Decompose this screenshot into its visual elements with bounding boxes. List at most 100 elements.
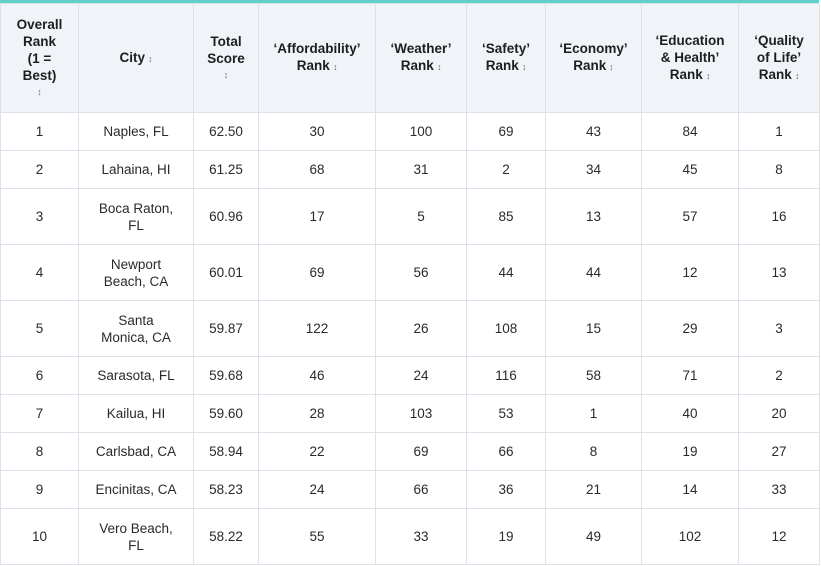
score-cell: 60.96 [193,188,259,245]
weather-cell: 66 [375,470,467,509]
affordability-cell: 69 [258,244,376,301]
sort-icon[interactable]: ↕ [10,84,69,101]
affordability-cell: 55 [258,508,376,565]
header-label-line: ‘Economy’ [559,41,628,56]
city-name-line: Kailua, HI [106,406,166,421]
quality-of-life-cell: 3 [738,300,820,357]
header-label-text: Rank [573,58,607,73]
education-health-cell: 102 [641,508,739,565]
header-label-line: ‘Affordability’ [273,41,361,56]
city-cell: Naples, FL [78,112,194,151]
rank-cell: 7 [0,394,79,433]
affordability-cell: 46 [258,356,376,395]
weather-cell: 33 [375,508,467,565]
table-row: 10 Vero Beach, FL 58.22 55 33 19 49 102 12 [0,508,820,565]
sort-icon[interactable]: ↕ [437,59,441,76]
city-name-line: FL [128,537,144,553]
rank-cell: 4 [0,244,79,301]
affordability-cell: 30 [258,112,376,151]
rank-cell: 6 [0,356,79,395]
safety-cell: 36 [466,470,546,509]
rankings-table: Overall Rank (1 = Best) ↕ City ↕ Total Score ↕ ‘Af… [0,3,820,565]
header-label-line: of Life’ [756,49,802,65]
sort-icon[interactable]: ↕ [333,59,337,76]
quality-of-life-cell: 8 [738,150,820,189]
rank-cell: 8 [0,432,79,471]
education-health-cell: 45 [641,150,739,189]
economy-cell: 15 [545,300,642,357]
city-cell: Vero Beach, FL [78,508,194,565]
table-row: 3 Boca Raton, FL 60.96 17 5 85 13 57 16 [0,188,820,245]
header-label-line: Rank ↕ [382,57,460,76]
sort-icon[interactable]: ↕ [522,59,526,76]
header-label-line: & Health’ [660,49,720,65]
column-header-overall-rank[interactable]: Overall Rank (1 = Best) ↕ [0,3,79,113]
safety-cell: 108 [466,300,546,357]
city-cell: Carlsbad, CA [78,432,194,471]
safety-cell: 116 [466,356,546,395]
header-label-text: Rank [758,66,792,82]
score-cell: 58.94 [193,432,259,471]
city-name-line: Encinitas, CA [95,482,177,497]
column-header-safety-rank[interactable]: ‘Safety’ Rank ↕ [466,3,546,113]
sort-icon[interactable]: ↕ [795,68,799,85]
economy-cell: 58 [545,356,642,395]
economy-cell: 49 [545,508,642,565]
quality-of-life-cell: 20 [738,394,820,433]
weather-cell: 5 [375,188,467,245]
rank-cell: 3 [0,188,79,245]
header-label-line: ‘Safety’ [481,41,531,56]
rank-cell: 5 [0,300,79,357]
city-name-line: FL [128,217,144,233]
header-label-line: Rank ↕ [265,57,369,76]
sort-icon[interactable]: ↕ [609,59,613,76]
quality-of-life-cell: 2 [738,356,820,395]
safety-cell: 66 [466,432,546,471]
sort-icon[interactable]: ↕ [148,51,152,68]
sort-icon[interactable]: ↕ [706,68,710,85]
affordability-cell: 28 [258,394,376,433]
rankings-table-container: Overall Rank (1 = Best) ↕ City ↕ Total Score ↕ ‘Af… [0,0,820,565]
column-header-city[interactable]: City ↕ [78,3,194,113]
city-cell: Encinitas, CA [78,470,194,509]
column-header-education-health-rank[interactable]: ‘Education & Health’ Rank ↕ [641,3,739,113]
header-label-text: City [119,49,145,65]
score-cell: 59.68 [193,356,259,395]
city-name-line: Santa [118,312,154,328]
education-health-cell: 71 [641,356,739,395]
table-row: 6 Sarasota, FL 59.68 46 24 116 58 71 2 [0,356,820,395]
economy-cell: 13 [545,188,642,245]
header-label-line: Best) [22,67,57,83]
city-name-line: Lahaina, HI [101,162,171,177]
safety-cell: 69 [466,112,546,151]
affordability-cell: 22 [258,432,376,471]
education-health-cell: 57 [641,188,739,245]
table-row: 5 Santa Monica, CA 59.87 122 26 108 15 29 3 [0,300,820,357]
quality-of-life-cell: 12 [738,508,820,565]
table-row: 7 Kailua, HI 59.60 28 103 53 1 40 20 [0,394,820,433]
column-header-economy-rank[interactable]: ‘Economy’ Rank ↕ [545,3,642,113]
city-name-line: Monica, CA [101,329,171,345]
header-label-text: Rank [400,58,434,73]
score-cell: 61.25 [193,150,259,189]
city-cell: Lahaina, HI [78,150,194,189]
city-name-line: Boca Raton, [98,200,174,216]
city-cell: Boca Raton, FL [78,188,194,245]
header-label-line: Rank ↕ [552,57,635,76]
weather-cell: 26 [375,300,467,357]
table-row: 9 Encinitas, CA 58.23 24 66 36 21 14 33 [0,470,820,509]
economy-cell: 8 [545,432,642,471]
quality-of-life-cell: 33 [738,470,820,509]
column-header-affordability-rank[interactable]: ‘Affordability’ Rank ↕ [258,3,376,113]
sort-icon[interactable]: ↕ [203,67,250,84]
city-name-line: Sarasota, FL [97,368,175,383]
score-cell: 58.23 [193,470,259,509]
city-cell: Newport Beach, CA [78,244,194,301]
weather-cell: 31 [375,150,467,189]
column-header-total-score[interactable]: Total Score ↕ [193,3,259,113]
affordability-cell: 122 [258,300,376,357]
header-label-line: Rank ↕ [473,57,539,76]
column-header-weather-rank[interactable]: ‘Weather’ Rank ↕ [375,3,467,113]
affordability-cell: 17 [258,188,376,245]
column-header-quality-of-life-rank[interactable]: ‘Quality of Life’ Rank ↕ [738,3,820,113]
